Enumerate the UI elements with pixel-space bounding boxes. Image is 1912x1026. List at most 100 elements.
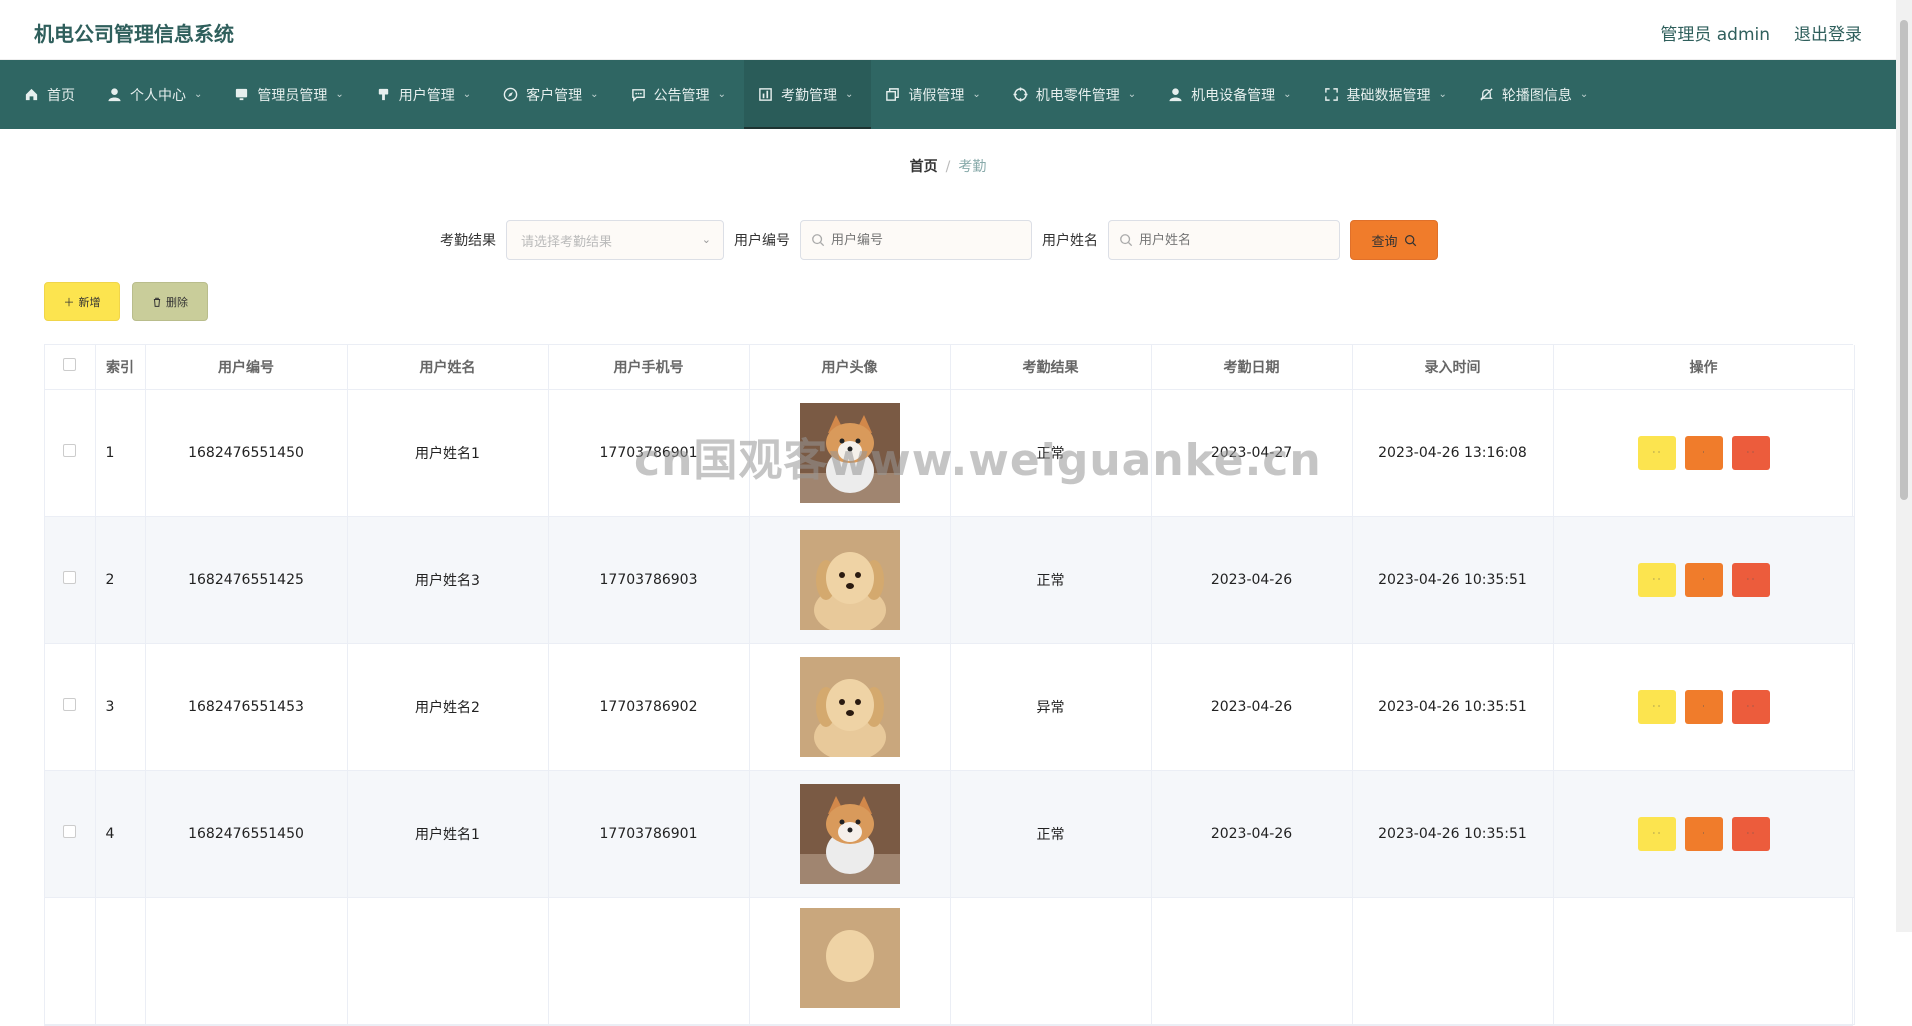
result-cell (950, 897, 1152, 1025)
chart-icon (758, 87, 773, 102)
user-name-cell: 用户姓名1 (347, 389, 549, 517)
result-cell: 异常 (950, 643, 1152, 771)
detail-button[interactable]: · · (1637, 435, 1676, 470)
chevron-down-icon: ⌄ (462, 89, 472, 100)
edit-button[interactable]: · (1684, 689, 1723, 724)
nav-item-profile[interactable]: 个人中心 ⌄ (93, 60, 220, 129)
puppy-avatar-image[interactable] (799, 907, 900, 1008)
chevron-down-icon: ⌄ (194, 89, 203, 100)
chevron-down-icon: ⌄ (701, 233, 711, 246)
table-row (45, 897, 1855, 1025)
trash-icon (153, 297, 161, 307)
nav-item-home[interactable]: 首页 (10, 60, 93, 129)
puppy-avatar-image[interactable] (799, 529, 900, 630)
avatar-cell (749, 643, 951, 771)
select-all-checkbox[interactable] (63, 358, 77, 372)
detail-button[interactable]: · · (1637, 816, 1676, 851)
detail-button[interactable]: · · (1637, 689, 1676, 724)
created-time-cell: 2023-04-26 10:35:51 (1352, 643, 1554, 771)
main-nav: 首页 个人中心 ⌄ 管理员管理 ⌄ 用户管理 ⌄ 客户管理 ⌄ 公告管理 ⌄ 考… (0, 60, 1896, 129)
nav-item-parts[interactable]: 机电零件管理 ⌄ (999, 60, 1154, 129)
puppy-avatar-image[interactable] (799, 656, 900, 757)
edit-button[interactable]: · (1684, 562, 1723, 597)
nav-item-carousel[interactable]: 轮播图信息 ⌄ (1465, 60, 1606, 129)
query-button-label: 查询 (1371, 234, 1398, 250)
chevron-down-icon: ⌄ (844, 89, 854, 100)
query-button[interactable]: 查询 (1350, 220, 1438, 260)
column-header[interactable]: 索引 (95, 345, 146, 390)
user-name-field[interactable] (1108, 220, 1340, 260)
column-header[interactable]: 用户手机号 (548, 345, 750, 390)
nav-item-label: 考勤管理 (780, 87, 837, 104)
nav-item-label: 客户管理 (526, 87, 583, 104)
column-header[interactable]: 考勤日期 (1151, 345, 1353, 390)
result-select[interactable]: 请选择考勤结果 ⌄ (506, 220, 724, 260)
current-user-label[interactable]: 管理员 admin (1660, 20, 1770, 45)
search-icon (1120, 234, 1133, 247)
app-title: 机电公司管理信息系统 (34, 22, 234, 46)
plus-icon: ＋ (63, 295, 75, 309)
chevron-down-icon: ⌄ (972, 89, 981, 100)
date-cell: 2023-04-26 (1151, 770, 1353, 898)
row-delete-button[interactable]: · · (1731, 435, 1770, 470)
select-all-cell (45, 345, 96, 390)
nav-item-base-data[interactable]: 基础数据管理 ⌄ (1310, 60, 1465, 129)
edit-button[interactable]: · (1684, 435, 1723, 470)
created-time-cell: 2023-04-26 10:35:51 (1352, 516, 1554, 644)
scrollbar-thumb[interactable] (1900, 20, 1908, 500)
nav-item-admins[interactable]: 管理员管理 ⌄ (220, 60, 361, 129)
user-no-cell: 1682476551425 (145, 516, 348, 644)
column-header[interactable]: 用户姓名 (347, 345, 549, 390)
column-header[interactable]: 考勤结果 (950, 345, 1152, 390)
column-header[interactable]: 录入时间 (1352, 345, 1554, 390)
nav-item-notices[interactable]: 公告管理 ⌄ (617, 60, 744, 129)
row-checkbox[interactable] (63, 825, 77, 838)
row-delete-button[interactable]: · · (1731, 562, 1770, 597)
row-delete-button[interactable]: · · (1731, 816, 1770, 851)
shiba-avatar-image[interactable] (799, 402, 900, 503)
nav-item-equipment[interactable]: 机电设备管理 ⌄ (1154, 60, 1309, 129)
table-header-row: 索引 用户编号 用户姓名 用户手机号 用户头像 考勤结果 考勤日期 录入时间 操… (45, 345, 1855, 390)
breadcrumb-home[interactable]: 首页 (910, 159, 938, 175)
nav-item-label: 首页 (47, 87, 75, 104)
monitor-icon (234, 87, 249, 102)
user-no-field[interactable] (800, 220, 1032, 260)
shiba-avatar-image[interactable] (799, 783, 900, 884)
row-checkbox[interactable] (63, 444, 77, 457)
add-button[interactable]: ＋ 新增 (44, 282, 120, 321)
user-no-input[interactable] (831, 232, 1021, 248)
nav-item-users[interactable]: 用户管理 ⌄ (362, 60, 489, 129)
operations-cell: · · · · · (1553, 770, 1855, 898)
nav-item-attendance[interactable]: 考勤管理 ⌄ (743, 60, 872, 129)
logout-link[interactable]: 退出登录 (1794, 20, 1862, 45)
nav-item-leave[interactable]: 请假管理 ⌄ (871, 60, 998, 129)
user-name-cell: 用户姓名2 (347, 643, 549, 771)
row-select-cell (45, 643, 96, 771)
page-scrollbar[interactable] (1896, 0, 1912, 932)
home-icon (24, 87, 39, 102)
column-header[interactable]: 用户头像 (749, 345, 951, 390)
result-filter-label: 考勤结果 (440, 233, 496, 249)
nav-item-customers[interactable]: 客户管理 ⌄ (489, 60, 616, 129)
breadcrumb-separator: / (945, 159, 951, 175)
row-select-cell (45, 516, 96, 644)
delete-button[interactable]: 删除 (132, 282, 208, 321)
user-name-input[interactable] (1139, 232, 1329, 248)
avatar-cell (749, 389, 951, 517)
row-checkbox[interactable] (63, 571, 77, 584)
edit-button[interactable]: · (1684, 816, 1723, 851)
date-cell: 2023-04-27 (1151, 389, 1353, 517)
target-icon (1013, 87, 1028, 102)
phone-cell: 17703786901 (548, 770, 750, 898)
user-no-cell: 1682476551450 (145, 389, 348, 517)
avatar-cell (749, 770, 951, 898)
column-header[interactable]: 用户编号 (145, 345, 348, 390)
avatar-cell (749, 897, 951, 1025)
created-time-cell: 2023-04-26 10:35:51 (1352, 770, 1554, 898)
search-icon (812, 234, 825, 247)
phone-cell: 17703786903 (548, 516, 750, 644)
row-delete-button[interactable]: · · (1731, 689, 1770, 724)
breadcrumb-current: 考勤 (958, 159, 987, 175)
detail-button[interactable]: · · (1637, 562, 1676, 597)
row-checkbox[interactable] (63, 698, 77, 711)
